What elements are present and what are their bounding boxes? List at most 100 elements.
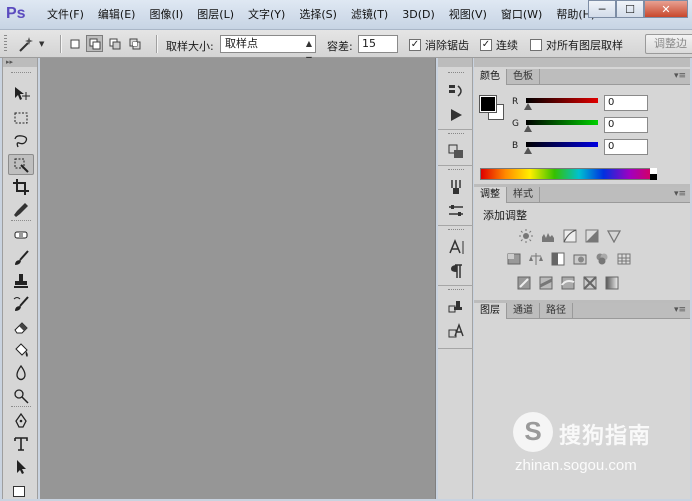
history-panel-button[interactable] <box>444 80 468 102</box>
selective-color-icon[interactable] <box>582 275 598 291</box>
brush-tool[interactable] <box>8 247 34 268</box>
gradient-map-icon[interactable] <box>604 275 620 291</box>
tool-preset-picker[interactable]: ▼ <box>17 34 51 54</box>
blue-slider[interactable] <box>526 142 598 147</box>
menu-view[interactable]: 视图(V) <box>442 7 494 23</box>
path-selection-tool[interactable] <box>8 456 34 477</box>
tab-paths[interactable]: 路径 <box>540 303 573 319</box>
paragraph-panel-button[interactable] <box>444 260 468 282</box>
clone-stamp-tool[interactable] <box>8 270 34 291</box>
history-brush-tool[interactable] <box>8 293 34 314</box>
dodge-tool[interactable] <box>8 385 34 406</box>
tab-adjustments[interactable]: 调整 <box>474 187 507 203</box>
red-slider[interactable] <box>526 98 598 103</box>
color-spectrum-bar[interactable] <box>480 168 657 180</box>
document-canvas-area[interactable] <box>40 58 436 499</box>
collapse-icon[interactable]: ▸▸ <box>3 58 37 67</box>
lasso-tool[interactable] <box>8 131 34 152</box>
posterize-icon[interactable] <box>538 275 554 291</box>
menu-type[interactable]: 文字(Y) <box>241 7 292 23</box>
intersect-selection-button[interactable] <box>126 35 143 52</box>
menu-window[interactable]: 窗口(W) <box>494 7 549 23</box>
type-tool[interactable] <box>8 433 34 454</box>
eraser-tool[interactable] <box>8 316 34 337</box>
dock-grip[interactable] <box>448 289 464 292</box>
panel-menu-icon[interactable]: ▾≡ <box>674 71 686 81</box>
close-button[interactable]: ✕ <box>644 0 688 18</box>
photo-filter-icon[interactable] <box>572 251 588 267</box>
tab-color[interactable]: 颜色 <box>474 69 507 85</box>
move-tool[interactable] <box>8 83 34 104</box>
refine-edge-button[interactable]: 调整边 <box>645 34 692 54</box>
maximize-button[interactable]: ☐ <box>616 0 644 18</box>
brightness-icon[interactable] <box>518 228 534 244</box>
panel-menu-icon[interactable]: ▾≡ <box>674 305 686 315</box>
menu-filter[interactable]: 滤镜(T) <box>344 7 395 23</box>
red-input[interactable]: 0 <box>604 95 648 111</box>
dock-grip[interactable] <box>448 169 464 172</box>
eyedropper-tool[interactable] <box>8 199 34 220</box>
subtract-selection-button[interactable] <box>106 35 123 52</box>
pen-tool[interactable] <box>8 410 34 431</box>
toolbar-grip[interactable] <box>11 72 31 74</box>
minimize-button[interactable]: ─ <box>588 0 616 18</box>
invert-icon[interactable] <box>516 275 532 291</box>
background-color-swatch[interactable] <box>13 486 25 497</box>
character-panel-button[interactable] <box>444 236 468 258</box>
options-grip[interactable] <box>4 35 7 53</box>
sample-all-layers-checkbox[interactable]: 对所有图层取样 <box>530 37 623 53</box>
panel-collapse-bar[interactable] <box>474 58 690 67</box>
type-icon <box>14 436 28 451</box>
paint-bucket-tool[interactable] <box>8 339 34 360</box>
clone-source-button[interactable] <box>444 296 468 318</box>
menu-image[interactable]: 图像(I) <box>142 7 190 23</box>
panel-menu-icon[interactable]: ▾≡ <box>674 189 686 199</box>
dock-grip[interactable] <box>448 72 464 75</box>
dock-grip[interactable] <box>448 133 464 136</box>
antialias-checkbox[interactable]: ✓ 消除锯齿 <box>409 37 469 53</box>
levels-icon[interactable] <box>540 228 556 244</box>
sample-size-select[interactable]: 取样点 ▲▼ <box>220 35 316 64</box>
green-input[interactable]: 0 <box>604 117 648 133</box>
info-panel-button[interactable] <box>444 140 468 162</box>
green-slider-thumb[interactable] <box>524 125 532 132</box>
marquee-tool[interactable] <box>8 107 34 128</box>
exposure-icon[interactable] <box>584 228 600 244</box>
channel-mixer-icon[interactable] <box>594 251 610 267</box>
dock-grip[interactable] <box>448 229 464 232</box>
healing-brush-tool[interactable] <box>8 224 34 245</box>
hue-saturation-icon[interactable] <box>506 251 522 267</box>
crop-tool[interactable] <box>8 176 34 197</box>
vibrance-icon[interactable] <box>606 228 622 244</box>
new-selection-button[interactable] <box>66 35 83 52</box>
collapse-dock-icon[interactable] <box>438 58 472 67</box>
character-styles-button[interactable] <box>444 320 468 342</box>
tab-styles[interactable]: 样式 <box>507 187 540 203</box>
actions-panel-button[interactable] <box>444 104 468 126</box>
threshold-icon[interactable] <box>560 275 576 291</box>
green-slider[interactable] <box>526 120 598 125</box>
menu-layer[interactable]: 图层(L) <box>190 7 241 23</box>
color-lookup-icon[interactable] <box>616 251 632 267</box>
black-white-swatch[interactable] <box>650 168 657 180</box>
blue-input[interactable]: 0 <box>604 139 648 155</box>
tab-channels[interactable]: 通道 <box>507 303 540 319</box>
menu-file[interactable]: 文件(F) <box>40 7 91 23</box>
brush-panel-button[interactable] <box>444 176 468 198</box>
red-slider-thumb[interactable] <box>524 103 532 110</box>
contiguous-checkbox[interactable]: ✓ 连续 <box>480 37 518 53</box>
tolerance-input[interactable]: 15 <box>358 35 398 53</box>
blur-tool[interactable] <box>8 362 34 383</box>
tab-layers[interactable]: 图层 <box>474 303 507 319</box>
tool-presets-button[interactable] <box>444 200 468 222</box>
color-balance-icon[interactable] <box>528 251 544 267</box>
menu-edit[interactable]: 编辑(E) <box>91 7 143 23</box>
blue-slider-thumb[interactable] <box>524 147 532 154</box>
curves-icon[interactable] <box>562 228 578 244</box>
add-selection-button[interactable] <box>86 35 103 52</box>
black-white-icon[interactable] <box>550 251 566 267</box>
tab-swatches[interactable]: 色板 <box>507 69 540 85</box>
magic-wand-tool[interactable] <box>8 154 34 175</box>
menu-select[interactable]: 选择(S) <box>292 7 344 23</box>
menu-3d[interactable]: 3D(D) <box>395 7 442 23</box>
